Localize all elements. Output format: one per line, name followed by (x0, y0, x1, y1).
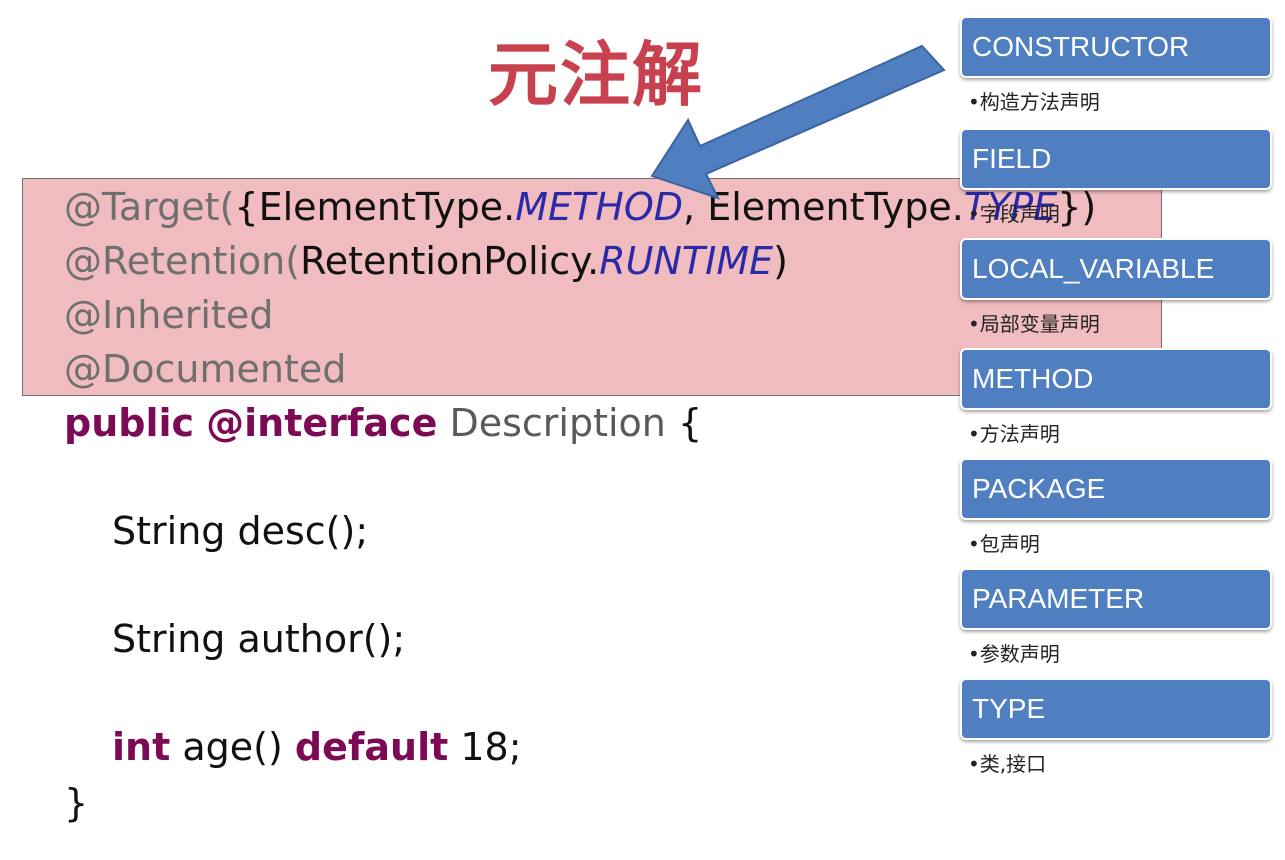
code-line-documented: @Documented (64, 347, 347, 391)
slide-title: 元注解 (488, 34, 704, 116)
code-token: 18; (460, 725, 522, 769)
element-type-desc: •构造方法声明 (968, 90, 1100, 114)
code-line-interface-decl: public @interface Description { (64, 396, 702, 450)
element-type-header: CONSTRUCTOR (960, 16, 1272, 78)
code-token: Description (449, 401, 666, 445)
code-token: int (112, 725, 171, 769)
element-type-header: TYPE (960, 678, 1272, 740)
element-type-header: METHOD (960, 348, 1272, 410)
element-type-desc: •包声明 (968, 532, 1040, 556)
code-token: }) (1057, 185, 1097, 229)
code-token: @interface (206, 401, 438, 445)
code-line-desc: String desc(); (112, 509, 369, 553)
code-line-age: int age() default 18; (112, 720, 522, 774)
code-line-retention: @Retention(RetentionPolicy.RUNTIME) (64, 234, 788, 288)
code-token: age() (182, 725, 283, 769)
code-token: default (294, 725, 449, 769)
element-type-header: PARAMETER (960, 568, 1272, 630)
code-token: @Target( (64, 185, 235, 229)
code-token: @Retention( (64, 239, 301, 283)
slide: 元注解 @Target({ElementType.METHOD, Element… (0, 0, 1285, 860)
code-token: public (64, 401, 195, 445)
code-token: {ElementType. (234, 185, 516, 229)
element-type-header: FIELD (960, 128, 1272, 190)
code-token: METHOD (515, 185, 684, 229)
element-type-desc: •局部变量声明 (968, 312, 1100, 336)
code-line-author: String author(); (112, 617, 406, 661)
element-type-desc: •参数声明 (968, 642, 1060, 666)
code-token: ) (773, 239, 788, 283)
code-line-target: @Target({ElementType.METHOD, ElementType… (64, 180, 1096, 234)
element-type-desc: •方法声明 (968, 422, 1060, 446)
code-line-close: } (64, 781, 89, 825)
element-type-desc: •字段声明 (968, 202, 1060, 226)
code-line-inherited: @Inherited (64, 293, 274, 337)
code-token: RUNTIME (599, 239, 774, 283)
element-type-header: PACKAGE (960, 458, 1272, 520)
code-token: { (677, 401, 703, 445)
element-type-header: LOCAL_VARIABLE (960, 238, 1272, 300)
element-type-desc: •类,接口 (968, 752, 1047, 776)
code-token: RetentionPolicy. (300, 239, 600, 283)
code-token: , ElementType. (683, 185, 964, 229)
